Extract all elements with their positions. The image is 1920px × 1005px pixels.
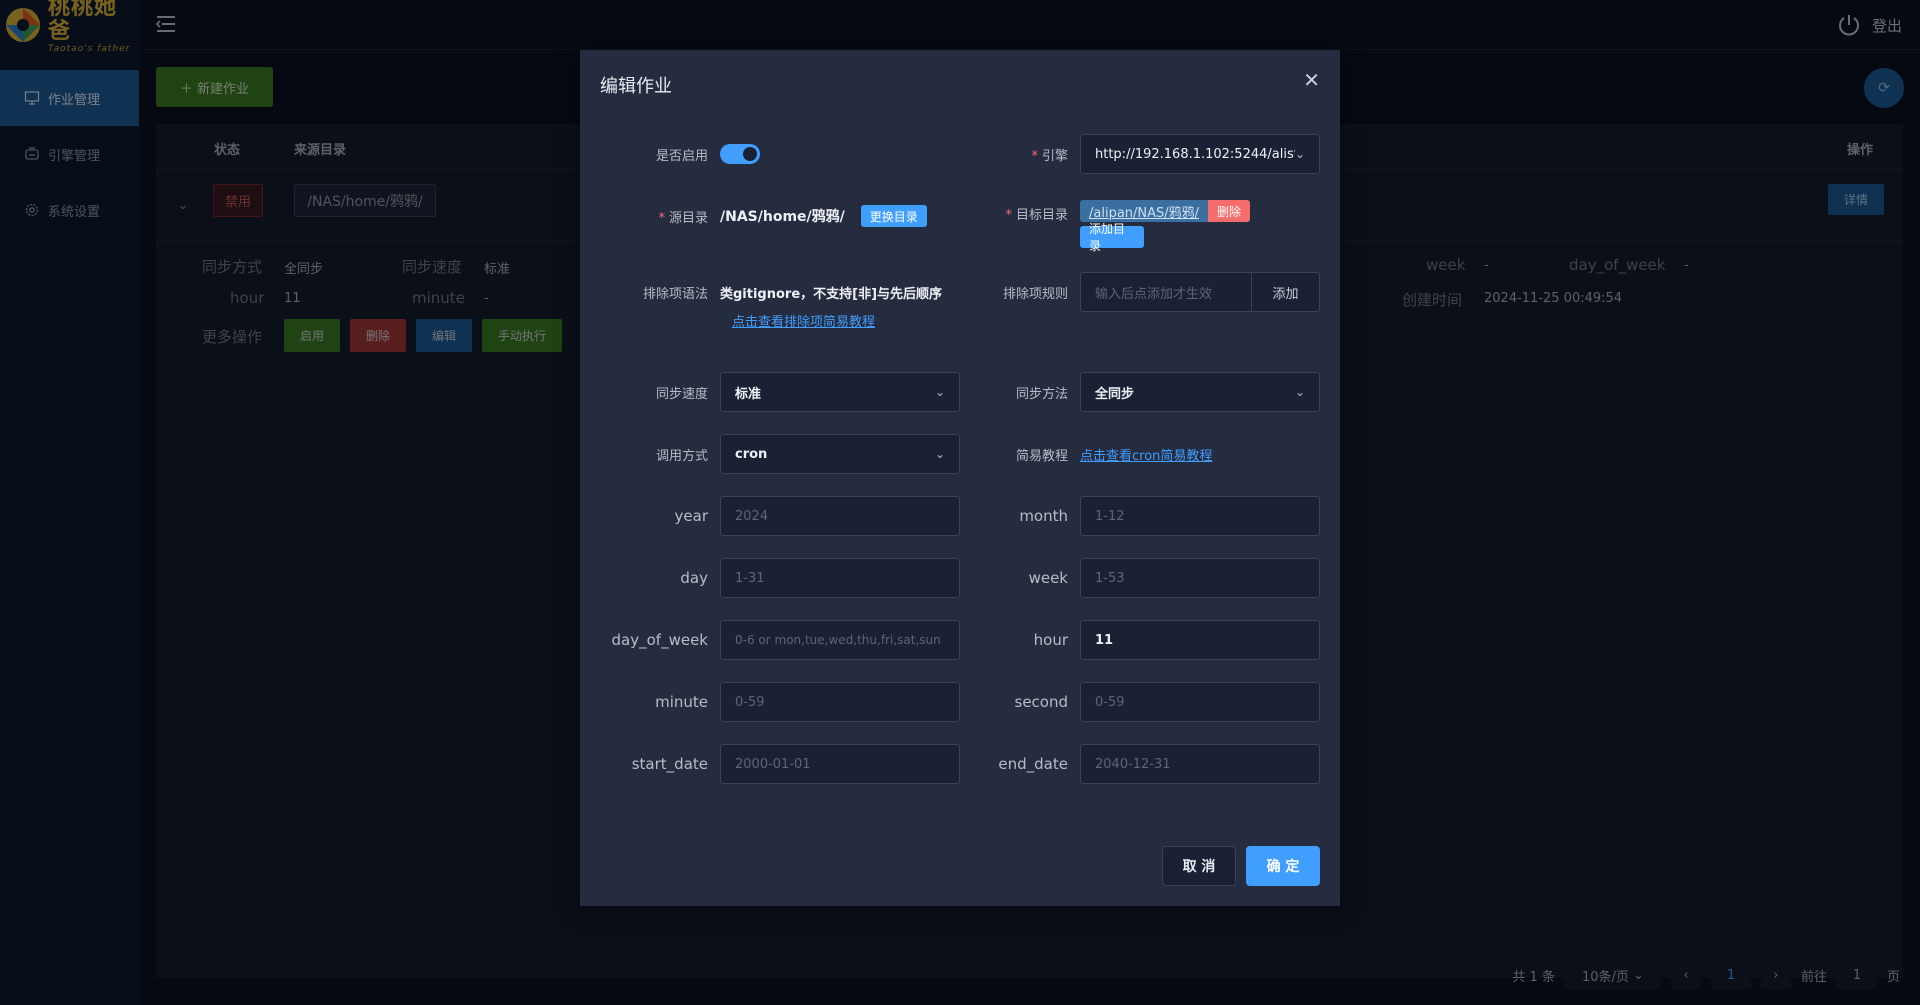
start-date-input[interactable]: 2000-01-01 <box>720 744 960 784</box>
target-label: 目标目录 <box>1015 208 1068 223</box>
target-delete-button[interactable]: 删除 <box>1208 200 1251 222</box>
close-icon[interactable]: ✕ <box>1303 68 1320 92</box>
hour-row: hour 11 <box>960 620 1320 660</box>
exclude-syntax-label: 排除项语法 <box>642 286 708 302</box>
source-label: 源目录 <box>668 210 708 226</box>
exclude-tutorial-link[interactable]: 点击查看排除项简易教程 <box>732 311 875 330</box>
chevron-down-icon: ⌄ <box>1294 147 1305 161</box>
engine-row: * 引擎 http://192.168.1.102:5244/alist ⌄ <box>960 134 1320 174</box>
method-label: 同步方法 <box>1015 386 1068 402</box>
enabled-label: 是否启用 <box>655 148 708 164</box>
week-row: week 1-53 <box>960 558 1320 598</box>
start-date-row: start_date 2000-01-01 <box>600 744 960 784</box>
speed-select[interactable]: 标准 ⌄ <box>720 372 960 412</box>
day-of-week-label: day_of_week <box>611 631 708 649</box>
end-date-row: end_date 2040-12-31 <box>960 744 1320 784</box>
speed-value: 标准 <box>735 386 762 402</box>
speed-row: 同步速度 标准 ⌄ <box>600 372 960 412</box>
week-label: week <box>1028 569 1068 587</box>
engine-select[interactable]: http://192.168.1.102:5244/alist ⌄ <box>1080 134 1320 174</box>
day-input[interactable]: 1-31 <box>720 558 960 598</box>
required-mark: * <box>658 210 665 226</box>
edit-job-dialog: 编辑作业 ✕ 是否启用 * 引擎 http://192.168.1.102:524… <box>580 50 1340 906</box>
minute-label: minute <box>655 693 708 711</box>
start-date-label: start_date <box>631 755 708 773</box>
exclude-rule-label: 排除项规则 <box>1002 286 1068 302</box>
year-input[interactable]: 2024 <box>720 496 960 536</box>
method-value: 全同步 <box>1095 386 1135 402</box>
invoke-row: 调用方式 cron ⌄ <box>600 434 960 474</box>
engine-value: http://192.168.1.102:5244/alist <box>1095 146 1295 162</box>
day-of-week-row: day_of_week 0-6 or mon,tue,wed,thu,fri,s… <box>600 620 960 660</box>
tutorial-row: 简易教程 点击查看cron简易教程 <box>960 434 1212 474</box>
target-row: * 目标目录 /alipan/NAS/鸦鸦/ 删除 添加目录 <box>960 196 1251 256</box>
year-label: year <box>674 507 708 525</box>
exclude-syntax-value: 类gitignore，不支持[非]与先后顺序 <box>720 286 943 302</box>
month-input[interactable]: 1-12 <box>1080 496 1320 536</box>
speed-label: 同步速度 <box>655 386 708 402</box>
exclude-tutorial-row: 点击查看排除项简易教程 <box>732 308 875 332</box>
minute-row: minute 0-59 <box>600 682 960 722</box>
day-of-week-input[interactable]: 0-6 or mon,tue,wed,thu,fri,sat,sun <box>720 620 960 660</box>
cron-tutorial-link[interactable]: 点击查看cron简易教程 <box>1080 445 1212 464</box>
source-value: /NAS/home/鸦鸦/ <box>720 209 845 225</box>
hour-label: hour <box>1033 631 1068 649</box>
invoke-label: 调用方式 <box>655 448 708 464</box>
week-input[interactable]: 1-53 <box>1080 558 1320 598</box>
enabled-row: 是否启用 <box>600 134 760 174</box>
source-row: * 源目录 /NAS/home/鸦鸦/ 更换目录 <box>600 196 927 236</box>
minute-input[interactable]: 0-59 <box>720 682 960 722</box>
exclude-rule-row: 排除项规则 输入后点添加才生效 添加 <box>960 272 1320 312</box>
end-date-input[interactable]: 2040-12-31 <box>1080 744 1320 784</box>
month-row: month 1-12 <box>960 496 1320 536</box>
chevron-down-icon: ⌄ <box>934 447 945 461</box>
required-mark: * <box>1031 148 1038 164</box>
day-row: day 1-31 <box>600 558 960 598</box>
required-mark: * <box>1005 208 1012 223</box>
method-row: 同步方法 全同步 ⌄ <box>960 372 1320 412</box>
exclude-rule-input[interactable]: 输入后点添加才生效 <box>1080 272 1252 312</box>
enabled-toggle[interactable] <box>720 144 760 164</box>
cancel-button[interactable]: 取 消 <box>1162 846 1236 886</box>
exclude-add-button[interactable]: 添加 <box>1252 272 1320 312</box>
day-label: day <box>680 569 708 587</box>
confirm-button[interactable]: 确 定 <box>1246 846 1320 886</box>
second-input[interactable]: 0-59 <box>1080 682 1320 722</box>
dialog-title: 编辑作业 <box>600 76 672 97</box>
engine-label: 引擎 <box>1041 148 1068 164</box>
second-row: second 0-59 <box>960 682 1320 722</box>
chevron-down-icon: ⌄ <box>934 385 945 399</box>
exclude-syntax-row: 排除项语法 类gitignore，不支持[非]与先后顺序 <box>600 272 942 312</box>
end-date-label: end_date <box>998 755 1068 773</box>
chevron-down-icon: ⌄ <box>1294 385 1305 399</box>
second-label: second <box>1014 693 1069 711</box>
tutorial-label: 简易教程 <box>1015 448 1068 464</box>
target-dir-tag[interactable]: /alipan/NAS/鸦鸦/ <box>1080 200 1209 222</box>
method-select[interactable]: 全同步 ⌄ <box>1080 372 1320 412</box>
invoke-select[interactable]: cron ⌄ <box>720 434 960 474</box>
year-row: year 2024 <box>600 496 960 536</box>
invoke-value: cron <box>735 446 768 462</box>
month-label: month <box>1019 507 1068 525</box>
hour-input[interactable]: 11 <box>1080 620 1320 660</box>
change-dir-button[interactable]: 更换目录 <box>860 205 927 227</box>
add-dir-button[interactable]: 添加目录 <box>1080 222 1144 253</box>
